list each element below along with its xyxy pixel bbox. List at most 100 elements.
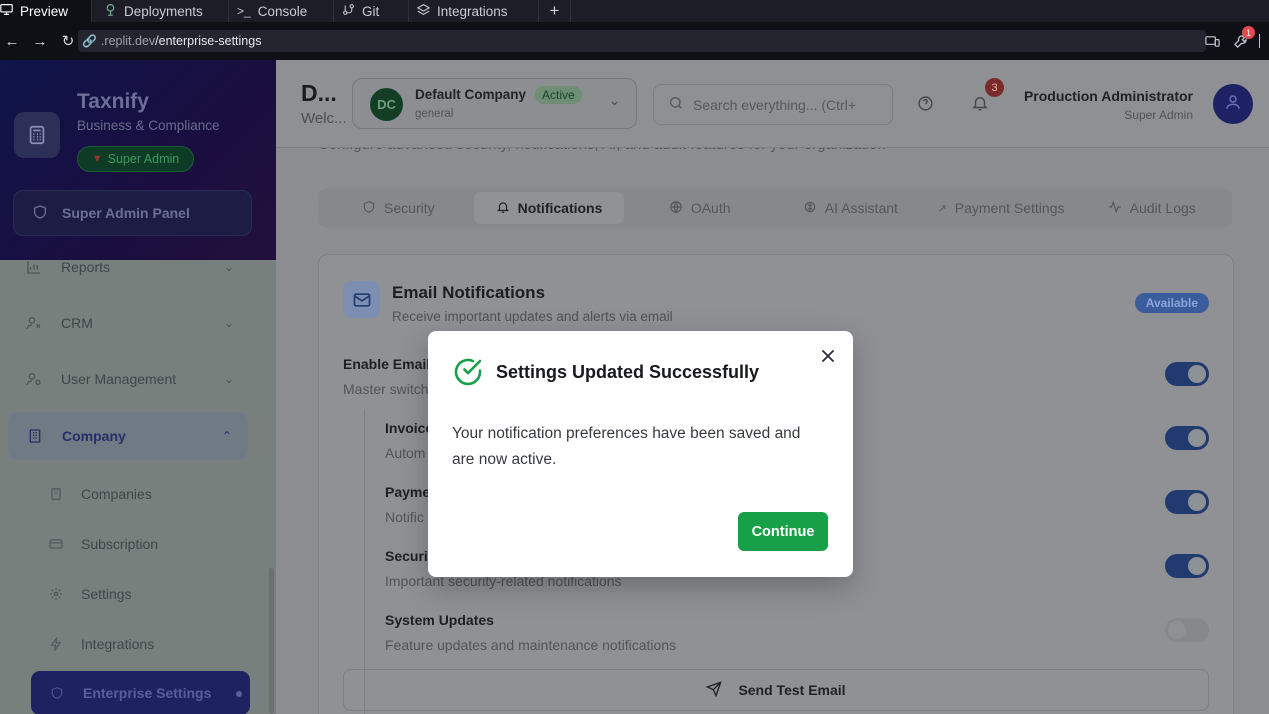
shield-icon — [362, 200, 376, 217]
users-icon — [14, 315, 54, 331]
row-title: Payme — [385, 484, 431, 500]
brand-title: Taxnify — [77, 90, 149, 113]
building-small-icon — [40, 487, 72, 501]
tab-label: OAuth — [690, 200, 731, 216]
sidebar-subitem-integrations[interactable]: Integrations — [40, 626, 248, 662]
reload-icon[interactable]: ↻ — [56, 32, 80, 50]
sidebar-subitem-settings[interactable]: Settings — [40, 576, 248, 612]
chevron-down-icon: ⌄ — [224, 372, 235, 386]
company-type: general — [415, 108, 454, 120]
row-desc: Autom — [385, 445, 426, 461]
tab-label: Preview — [20, 3, 69, 19]
tab-label: AI Assistant — [824, 200, 898, 216]
page-welcome: Welc... — [301, 110, 347, 127]
toggle-enable-email[interactable] — [1165, 362, 1209, 386]
layers-icon — [416, 3, 431, 19]
role-badge: ▼ Super Admin — [77, 146, 194, 172]
sidebar-item-label: Reports — [61, 259, 111, 275]
bell-icon[interactable] — [971, 94, 989, 117]
tab-console[interactable]: >_ Console — [229, 0, 334, 22]
sidebar-item-user-management[interactable]: User Management ⌄ — [14, 359, 250, 399]
forward-icon[interactable]: → — [28, 33, 52, 50]
tab-label: Notifications — [517, 200, 603, 216]
toggle-security[interactable] — [1165, 554, 1209, 578]
close-icon[interactable] — [820, 348, 836, 364]
row-title: Invoice — [385, 420, 434, 436]
sidebar-subitem-companies[interactable]: Companies — [40, 476, 248, 512]
card-subtitle: Receive important updates and alerts via… — [392, 309, 673, 324]
company-name: Default Company — [415, 87, 527, 102]
divider — [1259, 34, 1263, 48]
new-tab-button[interactable]: + — [539, 0, 571, 22]
sidebar-scrollbar[interactable] — [269, 568, 274, 714]
sidebar-subitem-label: Settings — [81, 586, 132, 602]
tab-security[interactable]: Security — [323, 192, 474, 224]
chevron-down-icon: ⌄ — [609, 93, 620, 108]
send-test-email-button[interactable]: Send Test Email — [343, 669, 1209, 711]
url-host: .replit.dev — [100, 34, 156, 48]
shield-icon — [31, 686, 83, 700]
avatar[interactable] — [1213, 84, 1253, 124]
toggle-system-updates[interactable] — [1165, 618, 1209, 642]
sidebar-item-crm[interactable]: CRM ⌄ — [14, 303, 250, 343]
tab-audit-logs[interactable]: Audit Logs — [1076, 192, 1227, 224]
tab-notifications[interactable]: Notifications — [473, 192, 625, 224]
card-title: Email Notifications — [392, 283, 546, 302]
chart-icon — [14, 259, 54, 275]
brand-subtitle: Business & Compliance — [77, 118, 220, 133]
sidebar-item-label: User Management — [61, 371, 177, 387]
devices-icon[interactable] — [1203, 32, 1221, 50]
tab-label: Audit Logs — [1129, 200, 1196, 216]
sidebar-subitem-enterprise-settings[interactable]: Enterprise Settings — [31, 671, 250, 714]
super-admin-panel-link[interactable]: Super Admin Panel — [13, 190, 252, 236]
mail-icon — [343, 281, 380, 318]
git-icon — [342, 3, 355, 19]
help-icon[interactable] — [917, 95, 934, 117]
success-dialog: Settings Updated Successfully Your notif… — [428, 331, 853, 577]
toggle-payment[interactable] — [1165, 490, 1209, 514]
sidebar-subitem-label: Subscription — [81, 536, 159, 552]
tab-ai-assistant[interactable]: AI Assistant — [775, 192, 926, 224]
status-badge: Active — [535, 86, 582, 104]
tab-git[interactable]: Git — [334, 0, 409, 22]
tab-preview[interactable]: Preview — [0, 0, 92, 22]
tab-label: Payment Settings — [954, 200, 1065, 216]
continue-button[interactable]: Continue — [738, 512, 828, 551]
wrench-icon[interactable]: 1 — [1231, 26, 1255, 50]
browser-tabbar: Preview Deployments >_ Console Git Integ… — [0, 0, 1269, 22]
dialog-title: Settings Updated Successfully — [496, 362, 760, 382]
toggle-invoice[interactable] — [1165, 426, 1209, 450]
shield-icon — [32, 204, 48, 223]
row-title: Enable Email — [343, 356, 431, 372]
activity-icon — [1108, 200, 1122, 217]
tab-payment-settings[interactable]: ↗ Payment Settings — [926, 192, 1077, 224]
tab-deployments[interactable]: Deployments — [92, 0, 229, 22]
super-admin-panel-label: Super Admin Panel — [62, 205, 190, 221]
key-icon: ↗ — [937, 202, 947, 215]
card-icon — [40, 537, 72, 551]
user-name: Production Administrator — [1023, 88, 1193, 104]
sidebar-item-reports[interactable]: Reports ⌄ — [14, 247, 250, 287]
sidebar-item-company[interactable]: Company ⌃ — [8, 412, 248, 460]
company-selector[interactable]: DC Default Company Active general ⌄ — [352, 78, 637, 129]
brain-icon — [803, 200, 817, 217]
tab-label: Console — [257, 3, 308, 19]
tab-integrations[interactable]: Integrations — [409, 0, 539, 22]
brand-block: Taxnify Business & Compliance ▼ Super Ad… — [0, 60, 276, 260]
tab-oauth[interactable]: OAuth — [624, 192, 775, 224]
sidebar-subitem-label: Integrations — [81, 636, 155, 652]
app-header: D... Welc... DC Default Company Active g… — [276, 60, 1269, 148]
sidebar-subitem-subscription[interactable]: Subscription — [40, 526, 248, 562]
crown-icon: ▼ — [91, 153, 103, 165]
tab-label: Git — [362, 3, 380, 19]
address-bar[interactable]: 🔗 .replit.dev/enterprise-settings — [78, 30, 1206, 52]
search-icon — [668, 95, 684, 114]
back-icon[interactable]: ← — [0, 33, 24, 50]
tab-label: Integrations — [437, 3, 508, 19]
search-placeholder: Search everything... (Ctrl+ — [693, 96, 857, 113]
sidebar-subitem-label: Companies — [81, 486, 152, 502]
url-path: /enterprise-settings — [155, 34, 262, 48]
send-test-email-label: Send Test Email — [738, 682, 846, 698]
search-input[interactable]: Search everything... (Ctrl+ — [653, 84, 893, 125]
check-circle-icon — [452, 356, 484, 388]
